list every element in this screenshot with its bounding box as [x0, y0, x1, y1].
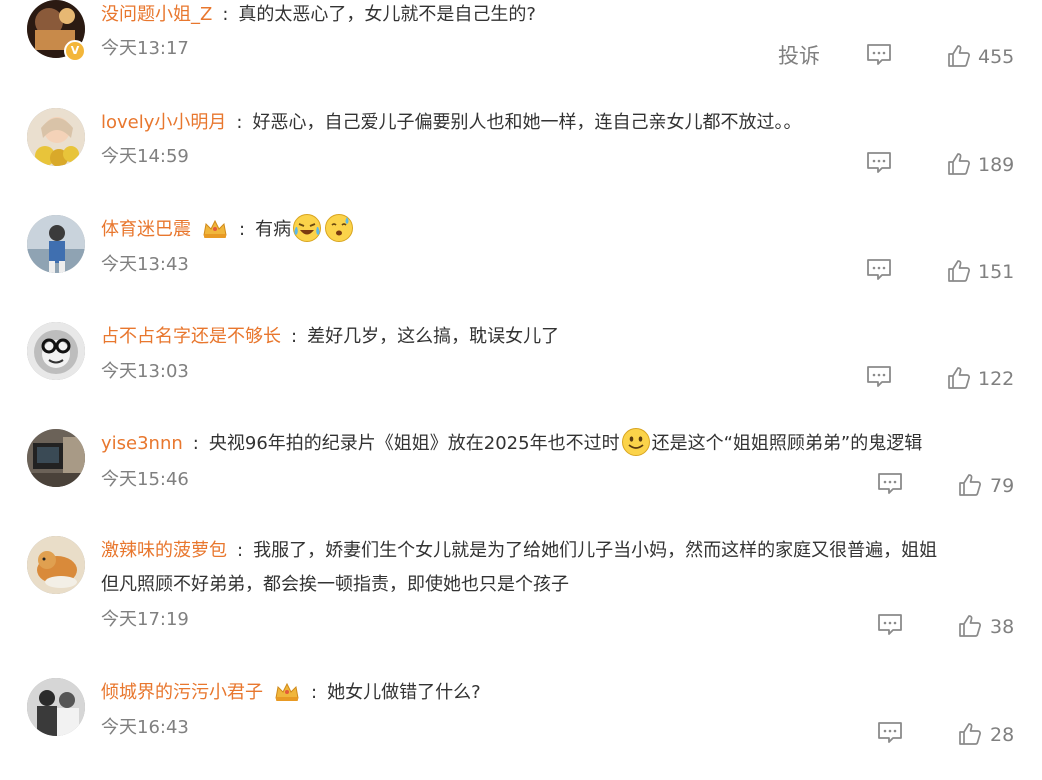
username[interactable]: yise3nnn: [101, 433, 183, 454]
comment-item: 倾城界的污污小君子: 她女儿做错了什么? 今天16:43 28: [0, 678, 1042, 778]
comment-icon[interactable]: [877, 613, 903, 637]
smile-emoji-icon: [621, 427, 651, 457]
thumbs-up-icon[interactable]: [947, 152, 971, 176]
username[interactable]: lovely小小明月: [101, 112, 226, 133]
sweat-smile-emoji-icon: [324, 213, 354, 243]
colon-separator: :: [239, 219, 246, 240]
comment-icon[interactable]: [877, 472, 903, 496]
colon-separator: :: [192, 433, 199, 454]
thumbs-up-icon[interactable]: [947, 259, 971, 283]
laughing-crying-emoji-icon: [292, 213, 322, 243]
comment-item: yise3nnn: 央视96年拍的纪录片《姐姐》放在2025年也不过时 还是这个“姐…: [0, 427, 1042, 534]
comment-item: 体育迷巴震: 有病 今天13:43 151: [0, 213, 1042, 320]
comment-text-line-2: 但凡照顾不好弟弟，都会挨一顿指责，即使她也只是个孩子: [101, 574, 569, 595]
comment-icon[interactable]: [866, 365, 892, 389]
avatar[interactable]: [27, 215, 85, 273]
comment-text: 有病: [255, 219, 292, 240]
colon-separator: :: [236, 112, 243, 133]
timestamp: 今天13:17: [101, 38, 189, 59]
username[interactable]: 体育迷巴震: [101, 219, 191, 240]
like-count: 79: [990, 475, 1015, 497]
comment-text: 我服了，娇妻们生个女儿就是为了给她们儿子当小妈，然而这样的家庭又很普遍，姐姐: [253, 540, 938, 561]
like-count: 38: [990, 616, 1015, 638]
colon-separator: :: [291, 326, 298, 347]
comment-text: 她女儿做错了什么?: [327, 682, 481, 703]
comment-text-continued: 还是这个“姐姐照顾弟弟”的鬼逻辑: [651, 433, 923, 454]
timestamp: 今天15:46: [101, 469, 189, 490]
timestamp: 今天13:03: [101, 361, 189, 382]
comment-text: 央视96年拍的纪录片《姐姐》放在2025年也不过时: [208, 433, 620, 454]
comment-item: 占不占名字还是不够长: 差好几岁，这么搞，耽误女儿了 今天13:03 122: [0, 322, 1042, 427]
thumbs-up-icon[interactable]: [947, 366, 971, 390]
comment-text: 好恶心，自己爱儿子偏要别人也和她一样，连自己亲女儿都不放过。。: [252, 112, 802, 133]
avatar[interactable]: [27, 429, 85, 487]
colon-separator: :: [311, 682, 318, 703]
like-count: 28: [990, 724, 1015, 746]
verified-badge-icon: V: [64, 40, 86, 62]
comment-text: 真的太恶心了，女儿就不是自己生的?: [238, 4, 536, 25]
like-count: 189: [978, 154, 1015, 176]
thumbs-up-icon[interactable]: [947, 44, 971, 68]
comment-item: 激辣味的菠萝包: 我服了，娇妻们生个女儿就是为了给她们儿子当小妈，然而这样的家庭又…: [0, 536, 1042, 676]
like-count: 455: [978, 46, 1015, 68]
comment-icon[interactable]: [877, 721, 903, 745]
thumbs-up-icon[interactable]: [958, 614, 982, 638]
username[interactable]: 激辣味的菠萝包: [101, 540, 227, 561]
comment-item: lovely小小明月: 好恶心，自己爱儿子偏要别人也和她一样，连自己亲女儿都不放过…: [0, 108, 1042, 213]
comment-icon[interactable]: [866, 258, 892, 282]
avatar[interactable]: [27, 678, 85, 736]
avatar[interactable]: [27, 536, 85, 594]
crown-badge-icon: [201, 217, 229, 239]
comment-item: V 没问题小姐_Z: 真的太恶心了，女儿就不是自己生的? 今天13:17 投诉 4…: [0, 0, 1042, 105]
colon-separator: :: [222, 4, 229, 25]
username[interactable]: 倾城界的污污小君子: [101, 682, 263, 703]
username[interactable]: 没问题小姐_Z: [101, 4, 212, 25]
avatar[interactable]: [27, 322, 85, 380]
timestamp: 今天13:43: [101, 254, 189, 275]
timestamp: 今天17:19: [101, 609, 189, 630]
comment-icon[interactable]: [866, 151, 892, 175]
like-count: 151: [978, 261, 1015, 283]
thumbs-up-icon[interactable]: [958, 722, 982, 746]
timestamp: 今天16:43: [101, 717, 189, 738]
report-button[interactable]: 投诉: [778, 43, 820, 69]
like-count: 122: [978, 368, 1015, 390]
colon-separator: :: [237, 540, 244, 561]
avatar[interactable]: [27, 108, 85, 166]
username[interactable]: 占不占名字还是不够长: [101, 326, 281, 347]
comment-text: 差好几岁，这么搞，耽误女儿了: [307, 326, 560, 347]
timestamp: 今天14:59: [101, 146, 189, 167]
comment-icon[interactable]: [866, 43, 892, 67]
crown-badge-icon: [273, 680, 301, 702]
thumbs-up-icon[interactable]: [958, 473, 982, 497]
